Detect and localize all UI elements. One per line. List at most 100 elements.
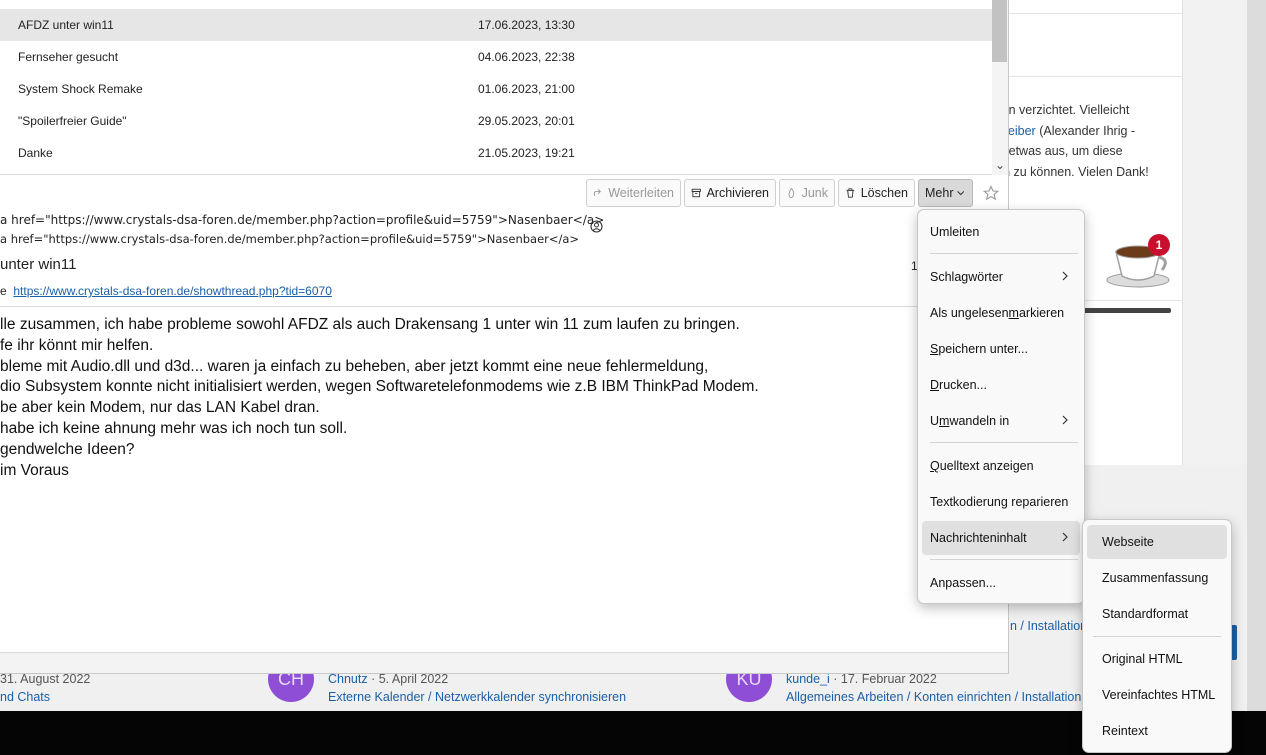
taskbar bbox=[0, 711, 1266, 755]
sidebar-text-line: sen etwas aus, um diese bbox=[985, 144, 1123, 158]
menu-item-convert-to[interactable]: Um wandeln in bbox=[922, 404, 1080, 438]
sidebar-text-line: Betreiber (Alexander Ihrig - bbox=[985, 123, 1136, 138]
sidebar-divider bbox=[1008, 13, 1182, 14]
sidebar-notice-text: eigen verzichtet. Vielleicht Betreiber (… bbox=[985, 100, 1181, 182]
thread-date: 5. April 2022 bbox=[378, 672, 449, 686]
menu-item-repair-encoding[interactable]: Textkodierung reparieren bbox=[922, 485, 1080, 519]
message-date: 04.06.2023, 22:38 bbox=[478, 50, 575, 64]
star-icon[interactable] bbox=[983, 185, 999, 201]
body-line: be aber kein Modem, nur das LAN Kabel dr… bbox=[0, 399, 320, 417]
archive-icon bbox=[691, 188, 701, 198]
message-body: lle zusammen, ich habe probleme sowohl A… bbox=[0, 315, 1008, 481]
sidebar-text-line: eigen verzichtet. Vielleicht bbox=[985, 103, 1130, 117]
message-row[interactable]: Danke 21.05.2023, 19:21 bbox=[0, 137, 992, 169]
menu-item-mark-unread[interactable]: Als ungelesen m arkieren bbox=[922, 296, 1080, 330]
sidebar-text-line: eren zu können. Vielen Dank! bbox=[985, 164, 1149, 179]
message-row[interactable]: Fernseher gesucht 04.06.2023, 22:38 bbox=[0, 41, 992, 73]
message-subject: AFDZ unter win11 bbox=[18, 18, 114, 32]
menu-item-view-source[interactable]: Quelltext anzeigen bbox=[922, 449, 1080, 483]
chevron-right-icon bbox=[1062, 532, 1068, 542]
delete-label: Löschen bbox=[860, 186, 908, 200]
message-date: 17.06.2023, 13:30 bbox=[478, 18, 575, 32]
body-line: im Voraus bbox=[0, 461, 69, 479]
message-list-scrollbar[interactable]: ⌄ bbox=[992, 0, 1008, 175]
header-divider bbox=[0, 306, 1008, 307]
menu-item-save-as[interactable]: Speichern unter... bbox=[922, 332, 1080, 366]
thread-date: 17. Februar 2022 bbox=[840, 672, 937, 686]
message-body-submenu: Webseite Zusammenfassung Standardformat … bbox=[1082, 519, 1232, 753]
sidebar-divider bbox=[1008, 76, 1182, 77]
more-button[interactable]: Mehr bbox=[918, 179, 973, 207]
submenu-item-original-html[interactable]: Original HTML bbox=[1087, 642, 1227, 676]
message-row[interactable]: "Spoilerfreier Guide" 29.05.2023, 20:01 bbox=[0, 105, 992, 137]
body-line: habe ich keine ahnung mehr was ich noch … bbox=[0, 419, 348, 437]
contact-icon[interactable] bbox=[590, 220, 603, 233]
more-label: Mehr bbox=[925, 186, 954, 200]
menu-separator bbox=[930, 559, 1078, 560]
thread-author[interactable]: kunde_i bbox=[786, 672, 830, 686]
chevron-right-icon bbox=[1062, 415, 1068, 425]
body-line: fe ihr könnt mir helfen. bbox=[0, 336, 154, 354]
body-line: dio Subsystem konnte nicht initialisiert… bbox=[0, 378, 759, 396]
message-row[interactable]: AFDZ unter win11 17.06.2023, 13:30 bbox=[0, 9, 992, 41]
scroll-down-icon[interactable]: ⌄ bbox=[995, 158, 1005, 172]
message-date: 29.05.2023, 20:01 bbox=[478, 114, 575, 128]
message-date: 01.06.2023, 21:00 bbox=[478, 82, 575, 96]
menu-item-message-body[interactable]: Nachrichteninhalt bbox=[922, 521, 1080, 555]
chevron-right-icon bbox=[1062, 271, 1068, 281]
junk-label: Junk bbox=[801, 186, 828, 200]
thread-path[interactable]: nd Chats bbox=[0, 690, 50, 704]
website-link[interactable]: https://www.crystals-dsa-foren.de/showth… bbox=[13, 284, 332, 298]
status-bar bbox=[0, 652, 1008, 673]
archive-label: Archivieren bbox=[706, 186, 769, 200]
message-subject: "Spoilerfreier Guide" bbox=[18, 114, 127, 128]
body-line: bleme mit Audio.dll und d3d... waren ja … bbox=[0, 357, 709, 375]
body-line: gendwelche Ideen? bbox=[0, 440, 135, 458]
submenu-item-default-format[interactable]: Standardformat bbox=[1087, 597, 1227, 631]
message-subject: System Shock Remake bbox=[18, 82, 143, 96]
forward-button[interactable]: Weiterleiten bbox=[586, 179, 681, 207]
scrollbar-thumb[interactable] bbox=[992, 0, 1007, 62]
submenu-item-plain-text[interactable]: Reintext bbox=[1087, 714, 1227, 748]
junk-flame-icon bbox=[788, 187, 795, 198]
message-date: 21.05.2023, 19:21 bbox=[478, 146, 575, 160]
forward-icon bbox=[593, 189, 601, 196]
recipient-field[interactable]: a href="https://www.crystals-dsa-foren.d… bbox=[0, 232, 579, 246]
delete-button[interactable]: Löschen bbox=[838, 179, 915, 207]
chevron-down-icon bbox=[957, 191, 965, 196]
mail-client-window: AFDZ unter win11 17.06.2023, 13:30 Ferns… bbox=[0, 0, 1009, 674]
more-menu: Umleiten Schlagwörter Als ungelesen m ark… bbox=[917, 209, 1085, 604]
archive-button[interactable]: Archivieren bbox=[684, 179, 776, 207]
submenu-item-summary[interactable]: Zusammenfassung bbox=[1087, 561, 1227, 595]
message-list: AFDZ unter win11 17.06.2023, 13:30 Ferns… bbox=[0, 0, 1008, 175]
forward-label: Weiterleiten bbox=[608, 186, 674, 200]
thread-path-fragment[interactable]: n / Installation bbox=[1010, 619, 1087, 633]
submenu-item-simple-html[interactable]: Vereinfachtes HTML bbox=[1087, 678, 1227, 712]
menu-item-tags[interactable]: Schlagwörter bbox=[922, 260, 1080, 294]
menu-separator bbox=[930, 442, 1078, 443]
menu-separator bbox=[930, 253, 1078, 254]
junk-button[interactable]: Junk bbox=[779, 179, 835, 207]
message-row[interactable]: System Shock Remake 01.06.2023, 21:00 bbox=[0, 73, 992, 105]
page-scroll-edge bbox=[1247, 0, 1266, 711]
recent-threads: 31. August 2022 nd Chats CH Chnutz · 5. … bbox=[0, 656, 1240, 711]
sender-field[interactable]: a href="https://www.crystals-dsa-foren.d… bbox=[0, 213, 604, 227]
message-subject-header: unter win11 bbox=[0, 256, 77, 273]
website-field: e https://www.crystals-dsa-foren.de/show… bbox=[0, 284, 332, 298]
message-subject: Danke bbox=[18, 146, 53, 160]
trash-icon bbox=[846, 188, 855, 198]
menu-separator bbox=[1093, 636, 1221, 637]
body-line: lle zusammen, ich habe probleme sowohl A… bbox=[0, 316, 740, 333]
notification-badge: 1 bbox=[1148, 234, 1170, 256]
thread-author[interactable]: Chnutz bbox=[328, 672, 368, 686]
menu-item-print[interactable]: Drucken... bbox=[922, 368, 1080, 402]
thread-path[interactable]: Externe Kalender / Netzwerkkalender sync… bbox=[328, 690, 626, 704]
thread-path[interactable]: Allgemeines Arbeiten / Konten einrichten… bbox=[786, 690, 1081, 704]
sidebar-progress-bar bbox=[1083, 308, 1171, 313]
thread-date: 31. August 2022 bbox=[0, 672, 91, 686]
menu-item-redirect[interactable]: Umleiten bbox=[922, 215, 1080, 249]
menu-item-customize[interactable]: Anpassen... bbox=[922, 566, 1080, 600]
page-right-margin bbox=[1182, 0, 1247, 465]
submenu-item-webpage[interactable]: Webseite bbox=[1087, 525, 1227, 559]
message-subject: Fernseher gesucht bbox=[18, 50, 119, 64]
